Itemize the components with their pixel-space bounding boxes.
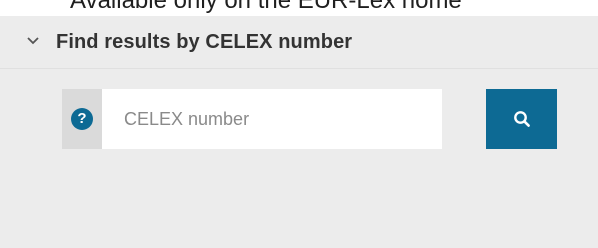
clipped-page-heading: Available only on the EUR-Lex home [70,0,462,14]
celex-search-panel: Find results by CELEX number ? [0,16,598,248]
help-icon: ? [71,108,93,130]
celex-number-input[interactable] [102,89,442,149]
search-button[interactable] [486,89,557,149]
search-icon [513,111,530,127]
panel-title: Find results by CELEX number [56,31,353,53]
chevron-down-icon[interactable] [26,36,40,46]
panel-header-toggle[interactable]: Find results by CELEX number [0,16,598,69]
help-button[interactable]: ? [62,89,102,149]
